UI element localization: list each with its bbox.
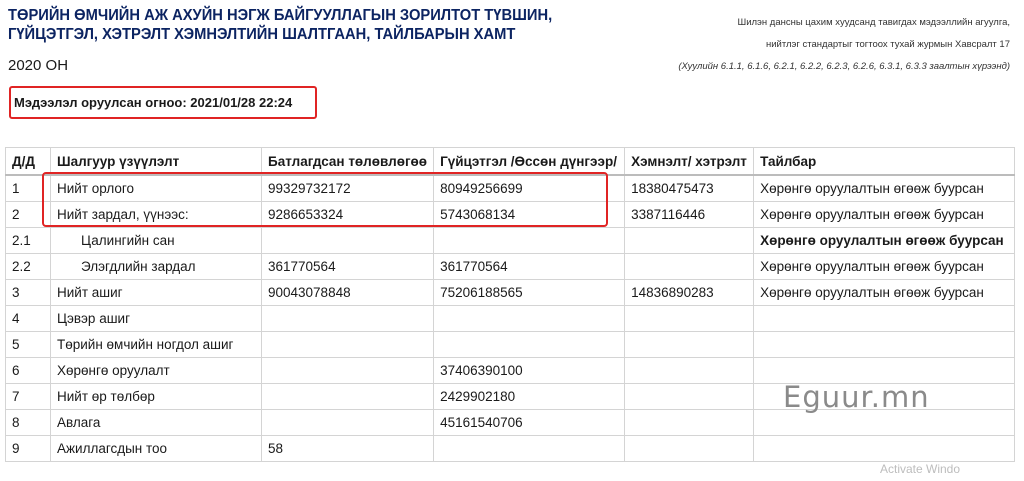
site-watermark: Eguur.mn	[783, 380, 930, 414]
explanation-cell: Хөрөнгө оруулалтын өгөөж буурсан	[753, 279, 1015, 306]
saving-cell	[624, 435, 755, 462]
row-number: 9	[5, 435, 51, 462]
performance-cell	[433, 305, 626, 332]
row-number: 6	[5, 357, 51, 384]
indicator-cell: Ажиллагсдын тоо	[50, 435, 262, 462]
performance-cell: 361770564	[433, 253, 626, 280]
plan-cell	[260, 305, 435, 332]
indicator-cell: Цэвэр ашиг	[50, 305, 262, 332]
row-number: 5	[5, 331, 51, 358]
performance-cell: 80949256699	[433, 174, 626, 202]
activate-windows-overlay: Activate Windo	[880, 462, 961, 476]
row-number: 2.2	[5, 253, 51, 280]
explanation-cell	[753, 331, 1015, 358]
column-header-indicator: Шалгуур үзүүлэлт	[50, 147, 262, 176]
explanation-cell	[753, 435, 1015, 462]
saving-cell	[624, 409, 755, 436]
regulation-line-1: Шилэн дансны цахим хуудсанд тавигдах мэд…	[737, 17, 1010, 28]
row-number: 1	[5, 174, 51, 202]
indicator-cell: Нийт зардал, үүнээс:	[50, 201, 262, 228]
plan-cell: 58	[260, 435, 435, 462]
table-header-row: Д/Д Шалгуур үзүүлэлт Батлагдсан төлөвлөг…	[5, 147, 1015, 176]
row-number: 3	[5, 279, 51, 306]
saving-cell	[624, 253, 755, 280]
upload-date: Мэдээлэл оруулсан огноо: 2021/01/28 22:2…	[14, 95, 293, 110]
table-row: 2 Нийт зардал, үүнээс: 9286653324 574306…	[5, 201, 1015, 228]
explanation-cell: Хөрөнгө оруулалтын өгөөж буурсан	[753, 253, 1015, 280]
explanation-cell	[753, 305, 1015, 332]
column-header-no: Д/Д	[5, 147, 51, 176]
explanation-cell: Хөрөнгө оруулалтын өгөөж буурсан	[753, 174, 1015, 202]
plan-cell	[260, 383, 435, 410]
saving-cell: 14836890283	[624, 279, 755, 306]
indicator-cell: Цалингийн сан	[50, 227, 262, 254]
saving-cell	[624, 227, 755, 254]
table-row: 4 Цэвэр ашиг	[5, 305, 1015, 332]
table-row: 2.1 Цалингийн сан Хөрөнгө оруулалтын өгө…	[5, 227, 1015, 254]
explanation-cell: Хөрөнгө оруулалтын өгөөж буурсан	[753, 227, 1015, 254]
indicator-cell: Авлага	[50, 409, 262, 436]
page-title: ТӨРИЙН ӨМЧИЙН АЖ АХУЙН НЭГЖ БАЙГУУЛЛАГЫН…	[8, 7, 553, 43]
saving-cell: 18380475473	[624, 174, 755, 202]
plan-cell	[260, 331, 435, 358]
performance-cell: 37406390100	[433, 357, 626, 384]
plan-cell: 9286653324	[260, 201, 435, 228]
plan-cell: 361770564	[260, 253, 435, 280]
row-number: 2.1	[5, 227, 51, 254]
saving-cell	[624, 383, 755, 410]
saving-cell: 3387116446	[624, 201, 755, 228]
table-row: 3 Нийт ашиг 90043078848 75206188565 1483…	[5, 279, 1015, 306]
plan-cell	[260, 227, 435, 254]
column-header-saving-overrun: Хэмнэлт/ хэтрэлт	[624, 147, 755, 176]
row-number: 2	[5, 201, 51, 228]
indicator-cell: Төрийн өмчийн ногдол ашиг	[50, 331, 262, 358]
performance-cell: 2429902180	[433, 383, 626, 410]
plan-cell	[260, 409, 435, 436]
performance-cell	[433, 331, 626, 358]
plan-cell: 90043078848	[260, 279, 435, 306]
performance-cell	[433, 435, 626, 462]
indicator-cell: Хөрөнгө оруулалт	[50, 357, 262, 384]
column-header-performance: Гүйцэтгэл /Өссөн дүнгээр/	[433, 147, 626, 176]
regulation-note: Шилэн дансны цахим хуудсанд тавигдах мэд…	[650, 12, 1010, 78]
table-row: 1 Нийт орлого 99329732172 80949256699 18…	[5, 174, 1015, 202]
performance-cell: 45161540706	[433, 409, 626, 436]
table-row: 5 Төрийн өмчийн ногдол ашиг	[5, 331, 1015, 358]
table-row: 9 Ажиллагсдын тоо 58	[5, 435, 1015, 462]
column-header-explanation: Тайлбар	[753, 147, 1015, 176]
report-year: 2020 ОН	[8, 57, 69, 74]
row-number: 8	[5, 409, 51, 436]
plan-cell: 99329732172	[260, 174, 435, 202]
performance-cell: 75206188565	[433, 279, 626, 306]
indicator-cell: Нийт ашиг	[50, 279, 262, 306]
regulation-line-2: нийтлэг стандартыг тогтоох тухай журмын …	[766, 39, 1010, 50]
indicator-cell: Нийт орлого	[50, 174, 262, 202]
row-number: 4	[5, 305, 51, 332]
saving-cell	[624, 331, 755, 358]
column-header-approved-plan: Батлагдсан төлөвлөгөө	[260, 147, 435, 176]
indicator-cell: Нийт өр төлбөр	[50, 383, 262, 410]
regulation-reference: (Хуулийн 6.1.1, 6.1.6, 6.2.1, 6.2.2, 6.2…	[678, 61, 1010, 72]
saving-cell	[624, 357, 755, 384]
performance-cell	[433, 227, 626, 254]
performance-cell: 5743068134	[433, 201, 626, 228]
indicator-cell: Элэгдлийн зардал	[50, 253, 262, 280]
row-number: 7	[5, 383, 51, 410]
saving-cell	[624, 305, 755, 332]
table-row: 2.2 Элэгдлийн зардал 361770564 361770564…	[5, 253, 1015, 280]
criteria-table: Д/Д Шалгуур үзүүлэлт Батлагдсан төлөвлөг…	[5, 147, 1015, 462]
explanation-cell: Хөрөнгө оруулалтын өгөөж буурсан	[753, 201, 1015, 228]
plan-cell	[260, 357, 435, 384]
